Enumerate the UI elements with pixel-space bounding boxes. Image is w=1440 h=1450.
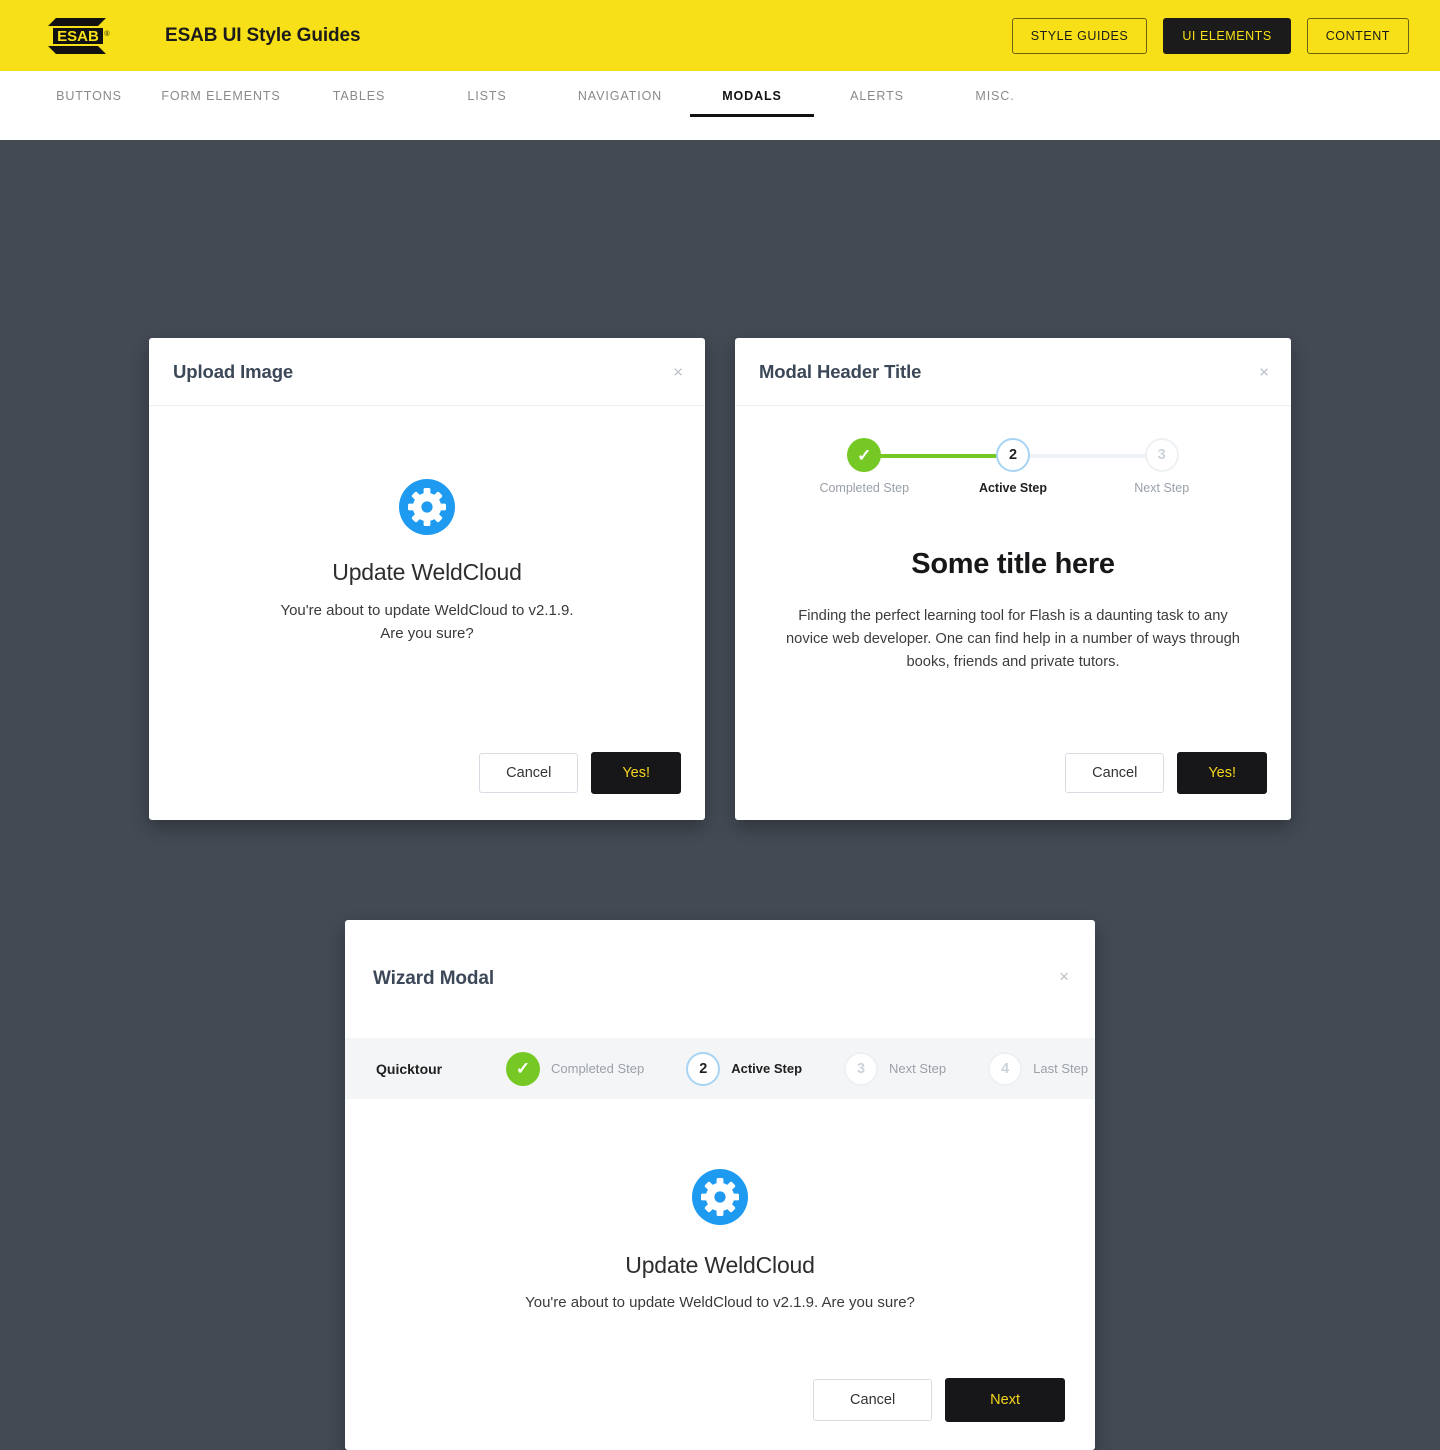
gear-icon-wrapper [345, 1169, 1095, 1225]
modal-wizard-heading: Update WeldCloud [625, 1252, 815, 1278]
top-bar: ESAB ® ESAB UI Style Guides STYLE GUIDES… [0, 0, 1440, 71]
topbar-actions: STYLE GUIDES UI ELEMENTS CONTENT [1011, 17, 1409, 54]
wizard-step-next[interactable]: 3 Next Step [844, 1051, 947, 1086]
modal-header-title-body: ✓ Completed Step 2 Active Step 3 Next St… [735, 406, 1291, 752]
brand-title: ESAB UI Style Guides [165, 24, 361, 46]
modal-upload-text-line1: You're about to update WeldCloud to v2.1… [280, 602, 574, 619]
check-icon: ✓ [857, 445, 872, 465]
stepper-step-completed[interactable]: ✓ Completed Step [791, 438, 938, 495]
stepper-step-completed-label: Completed Step [819, 481, 910, 495]
wizard-stepper-label: Quicktour [376, 1060, 443, 1077]
stepper-step-next-label: Next Step [1134, 481, 1190, 495]
modal-upload-text: You're about to update WeldCloud to v2.1… [149, 600, 705, 646]
tab-misc[interactable]: MISC. [940, 71, 1050, 117]
close-icon[interactable]: × [1059, 968, 1069, 985]
tab-lists[interactable]: LISTS [424, 71, 550, 117]
close-icon[interactable]: × [673, 363, 683, 380]
modal-body-paragraph: Finding the perfect learning tool for Fl… [786, 608, 1240, 670]
wizard-stepper-bar: Quicktour ✓ Completed Step 2 Active Step… [345, 1038, 1095, 1099]
esab-logo-icon: ESAB ® [44, 16, 114, 56]
close-icon[interactable]: × [1259, 363, 1269, 380]
wizard-step-active-label: Active Step [731, 1061, 803, 1076]
wizard-step-active[interactable]: 2 Active Step [686, 1051, 803, 1086]
modal-wizard-header: Wizard Modal × [345, 920, 1095, 1038]
check-icon: ✓ [515, 1059, 531, 1078]
modal-upload-title: Upload Image [173, 360, 294, 382]
tab-form-elements[interactable]: FORM ELEMENTS [148, 71, 294, 117]
modal-upload-footer: Cancel Yes! [149, 752, 705, 820]
cancel-button[interactable]: Cancel [1065, 753, 1165, 793]
wizard-next-marker: 3 [844, 1051, 879, 1086]
modal-body-heading: Some title here [911, 548, 1115, 580]
wizard-step-next-label: Next Step [889, 1061, 947, 1076]
confirm-button[interactable]: Yes! [591, 752, 681, 794]
modal-header-title-text: Modal Header Title [759, 360, 922, 382]
wizard-step-last[interactable]: 4 Last Step [988, 1051, 1089, 1086]
tab-tables[interactable]: TABLES [294, 71, 424, 117]
modal-wizard-text: You're about to update WeldCloud to v2.1… [525, 1294, 915, 1311]
stepper-next-marker: 3 [1144, 438, 1179, 472]
page-canvas: Upload Image × Update WeldCloud You're a… [0, 140, 1440, 1450]
modal-upload-heading: Update WeldCloud [332, 559, 522, 585]
modal-wizard-content: Update WeldCloud You're about to update … [345, 1252, 1095, 1315]
tab-modals[interactable]: MODALS [690, 71, 814, 117]
gear-icon [692, 1169, 748, 1225]
stepper-step-active-label: Active Step [978, 481, 1048, 495]
stepper-step-next[interactable]: 3 Next Step [1088, 438, 1235, 495]
content-button[interactable]: CONTENT [1306, 17, 1409, 54]
tab-buttons[interactable]: BUTTONS [30, 71, 148, 117]
wizard-last-marker: 4 [988, 1051, 1023, 1086]
modal-wizard: Wizard Modal × Quicktour ✓ Completed Ste… [345, 920, 1095, 1450]
modal-upload-text-line2: Are you sure? [380, 624, 474, 642]
modal-upload-body: Update WeldCloud You're about to update … [149, 406, 705, 752]
cancel-button[interactable]: Cancel [813, 1379, 933, 1421]
modal-upload-header: Upload Image × [149, 338, 705, 406]
stepper: ✓ Completed Step 2 Active Step 3 Next St… [791, 438, 1235, 510]
stepper-active-marker: 2 [995, 438, 1030, 472]
modal-header-title-header: Modal Header Title × [735, 338, 1291, 406]
svg-text:®: ® [104, 30, 110, 38]
stepper-step-active[interactable]: 2 Active Step [940, 438, 1087, 495]
style-guides-button[interactable]: STYLE GUIDES [1011, 17, 1148, 54]
wizard-step-completed[interactable]: ✓ Completed Step [506, 1051, 645, 1086]
modal-upload-image: Upload Image × Update WeldCloud You're a… [149, 338, 705, 820]
ui-elements-button[interactable]: UI ELEMENTS [1163, 17, 1291, 54]
modal-header-title-footer: Cancel Yes! [735, 752, 1291, 820]
nav-tabs: BUTTONS FORM ELEMENTS TABLES LISTS NAVIG… [0, 71, 1440, 140]
modal-wizard-body: Update WeldCloud You're about to update … [345, 1099, 1095, 1378]
gear-icon [399, 479, 455, 535]
tab-navigation[interactable]: NAVIGATION [550, 71, 690, 117]
svg-text:ESAB: ESAB [57, 28, 99, 45]
stepper-completed-check-icon: ✓ [847, 438, 882, 472]
modal-upload-content: Update WeldCloud You're about to update … [149, 559, 705, 646]
wizard-completed-check-icon: ✓ [506, 1051, 540, 1086]
cancel-button[interactable]: Cancel [479, 753, 579, 793]
wizard-step-last-label: Last Step [1033, 1061, 1089, 1076]
modal-header-title: Modal Header Title × ✓ Completed Step 2 … [735, 338, 1291, 820]
wizard-step-completed-label: Completed Step [551, 1061, 645, 1076]
wizard-active-marker: 2 [686, 1051, 721, 1086]
next-button[interactable]: Next [945, 1378, 1065, 1422]
modal-wizard-title: Wizard Modal [373, 968, 495, 989]
confirm-button[interactable]: Yes! [1177, 752, 1267, 794]
modal-wizard-footer: Cancel Next [345, 1378, 1095, 1450]
brand: ESAB ® ESAB UI Style Guides [44, 16, 361, 56]
tab-alerts[interactable]: ALERTS [814, 71, 940, 117]
gear-icon-wrapper [149, 479, 705, 535]
